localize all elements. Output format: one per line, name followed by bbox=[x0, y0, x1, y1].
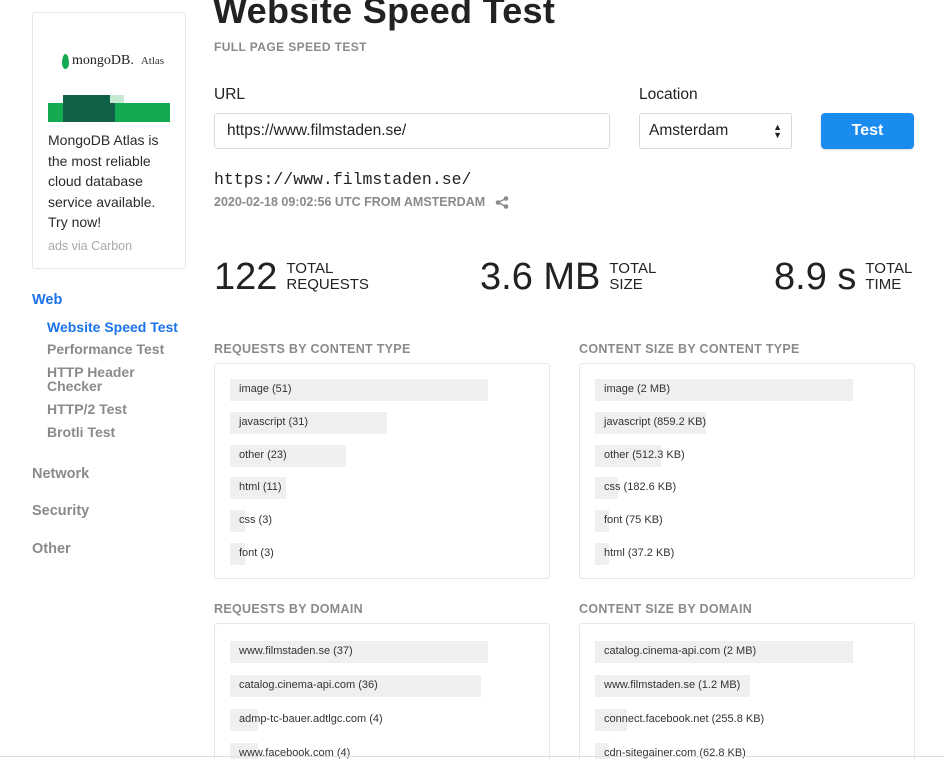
result-timestamp: 2020-02-18 09:02:56 UTC FROM AMSTERDAM bbox=[214, 195, 486, 209]
location-label: Location bbox=[639, 86, 698, 103]
bar-label: www.filmstaden.se (37) bbox=[239, 645, 353, 657]
ad-text[interactable]: MongoDB Atlas is the most reliable cloud… bbox=[48, 130, 178, 233]
bar-label: image (51) bbox=[239, 383, 292, 395]
bar-row: catalog.cinema-api.com (36) bbox=[230, 675, 488, 697]
nav-section-security[interactable]: Security bbox=[32, 503, 89, 519]
bar-label: catalog.cinema-api.com (36) bbox=[239, 679, 378, 691]
stat-value: 122 bbox=[214, 256, 278, 298]
size-by-domain-panel: catalog.cinema-api.com (2 MB) www.filmsta… bbox=[579, 623, 915, 759]
ad-via-link[interactable]: ads via Carbon bbox=[48, 239, 132, 253]
mongodb-logo[interactable]: mongoDB. Atlas bbox=[62, 53, 164, 69]
bar-row: other (23) bbox=[230, 444, 488, 467]
nav-section-web[interactable]: Web bbox=[32, 292, 62, 308]
bar-label: css (3) bbox=[239, 514, 272, 527]
requests-by-domain-panel: www.filmstaden.se (37) catalog.cinema-api… bbox=[214, 623, 550, 759]
bar-row: other (512.3 KB) bbox=[595, 444, 853, 467]
size-by-type-panel: image (2 MB) javascript (859.2 KB) other (… bbox=[579, 363, 915, 579]
nav-section-network[interactable]: Network bbox=[32, 466, 89, 482]
page-subtitle: FULL PAGE SPEED TEST bbox=[214, 40, 367, 54]
size-by-domain-heading: CONTENT SIZE BY DOMAIN bbox=[579, 602, 753, 616]
stat-total-time: 8.9 s TOTAL TIME bbox=[774, 257, 915, 297]
nav-item-http2-test[interactable]: HTTP/2 Test bbox=[47, 402, 127, 416]
bar-row: font (75 KB) bbox=[595, 510, 853, 533]
test-button[interactable]: Test bbox=[821, 113, 914, 149]
bar-row: css (182.6 KB) bbox=[595, 477, 853, 500]
url-label: URL bbox=[214, 86, 246, 103]
stat-value: 3.6 MB bbox=[480, 256, 601, 298]
bar-row: catalog.cinema-api.com (2 MB) bbox=[595, 641, 853, 663]
bar-row: font (3) bbox=[230, 543, 488, 565]
stat-total-size: 3.6 MB TOTAL SIZE bbox=[480, 257, 661, 297]
bar-label: css (182.6 KB) bbox=[604, 481, 677, 494]
bar-label: other (23) bbox=[239, 448, 287, 461]
stat-label: TOTAL TIME bbox=[865, 260, 912, 293]
bar-label: html (37.2 KB) bbox=[604, 547, 675, 559]
location-select-value: Amsterdam bbox=[649, 122, 729, 139]
bar-label: www.filmstaden.se (1.2 MB) bbox=[604, 679, 741, 691]
bar-row: html (37.2 KB) bbox=[595, 543, 853, 565]
bar-row: image (51) bbox=[230, 379, 488, 401]
stat-label: TOTAL REQUESTS bbox=[286, 260, 369, 293]
bar-label: font (3) bbox=[239, 547, 274, 559]
bar-label: html (11) bbox=[239, 481, 282, 494]
bar-label: catalog.cinema-api.com (2 MB) bbox=[604, 645, 757, 657]
nav-item-http-header-checker[interactable]: HTTP Header Checker bbox=[47, 365, 157, 393]
requests-by-type-panel: image (51) javascript (31) other (23) html … bbox=[214, 363, 550, 579]
bar-label: www.facebook.com (4) bbox=[239, 747, 351, 759]
carbon-ad[interactable]: mongoDB. Atlas MongoDB Atlas is the most… bbox=[32, 12, 186, 269]
bar-row: html (11) bbox=[230, 477, 488, 500]
bar-label: javascript (859.2 KB) bbox=[604, 415, 707, 428]
result-url: https://www.filmstaden.se/ bbox=[214, 170, 472, 189]
location-select[interactable]: Amsterdam ▲ ▼ bbox=[639, 113, 792, 149]
bar-row: connect.facebook.net (255.8 KB) bbox=[595, 709, 853, 731]
nav-item-brotli-test[interactable]: Brotli Test bbox=[47, 425, 115, 439]
size-by-type-heading: CONTENT SIZE BY CONTENT TYPE bbox=[579, 342, 800, 356]
stat-total-requests: 122 TOTAL REQUESTS bbox=[214, 256, 369, 298]
stat-label: TOTAL SIZE bbox=[609, 260, 656, 293]
nav-item-website-speed-test[interactable]: Website Speed Test bbox=[47, 320, 178, 334]
bar-label: connect.facebook.net (255.8 KB) bbox=[604, 713, 765, 725]
bar-label: admp-tc-bauer.adtlgc.com (4) bbox=[239, 713, 383, 725]
leaf-icon bbox=[62, 53, 69, 69]
bar-label: javascript (31) bbox=[239, 415, 309, 428]
bar-row: javascript (859.2 KB) bbox=[595, 411, 853, 434]
bar-label: other (512.3 KB) bbox=[604, 448, 685, 461]
nav-item-performance-test[interactable]: Performance Test bbox=[47, 342, 164, 356]
ad-brand-sub: Atlas bbox=[140, 55, 165, 67]
requests-by-domain-heading: REQUESTS BY DOMAIN bbox=[214, 602, 363, 616]
bar-label: cdn-sitegainer.com (62.8 KB) bbox=[604, 747, 746, 759]
bar-label: font (75 KB) bbox=[604, 514, 663, 527]
bar-row: www.filmstaden.se (1.2 MB) bbox=[595, 675, 853, 697]
ad-brand: mongoDB. bbox=[72, 53, 134, 68]
stat-value: 8.9 s bbox=[774, 256, 857, 298]
url-input[interactable] bbox=[214, 113, 610, 149]
bar-row: www.filmstaden.se (37) bbox=[230, 641, 488, 663]
divider bbox=[0, 756, 944, 757]
bar-row: css (3) bbox=[230, 510, 488, 533]
ad-banner-image[interactable] bbox=[48, 95, 170, 122]
requests-by-type-heading: REQUESTS BY CONTENT TYPE bbox=[214, 342, 411, 356]
bar-row: image (2 MB) bbox=[595, 379, 853, 401]
select-arrows-icon: ▲ ▼ bbox=[773, 122, 782, 140]
page-title: Website Speed Test bbox=[213, 0, 556, 31]
bar-label: image (2 MB) bbox=[604, 383, 671, 395]
share-icon[interactable] bbox=[495, 196, 509, 209]
bar-row: javascript (31) bbox=[230, 411, 488, 434]
bar-row: admp-tc-bauer.adtlgc.com (4) bbox=[230, 709, 488, 731]
result-meta: 2020-02-18 09:02:56 UTC FROM AMSTERDAM bbox=[214, 195, 509, 209]
nav-section-other[interactable]: Other bbox=[32, 541, 71, 557]
